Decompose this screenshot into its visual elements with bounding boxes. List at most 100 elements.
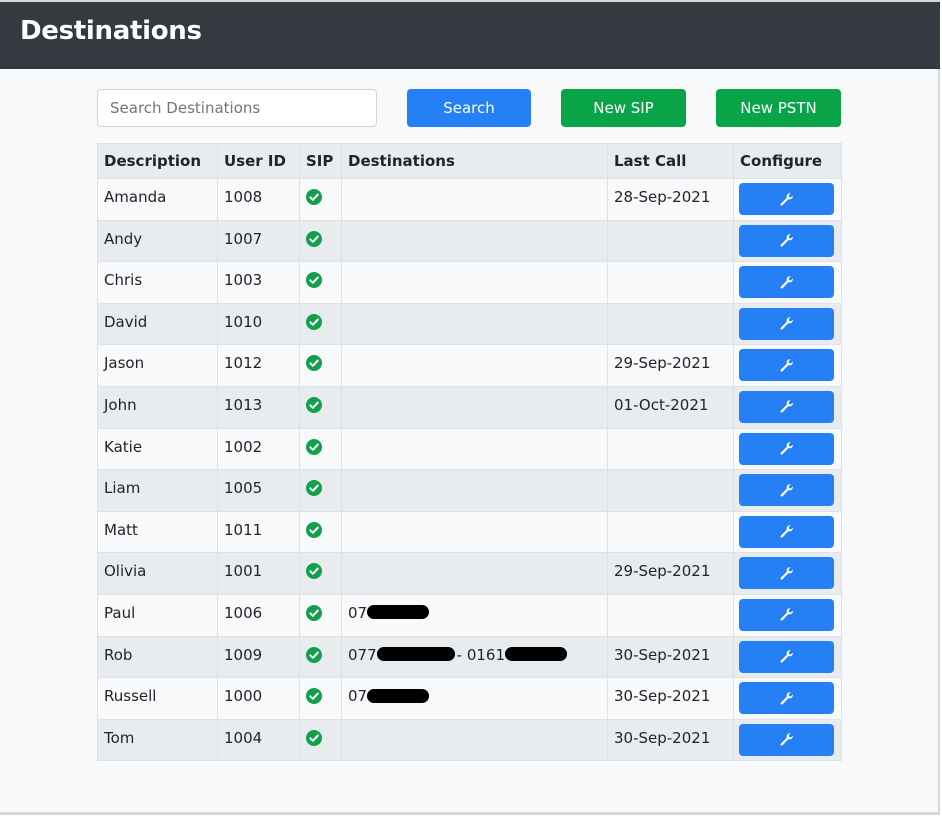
cell-description: Chris — [97, 261, 218, 304]
cell-configure — [733, 510, 842, 554]
cell-user-id: 1009 — [217, 635, 300, 679]
check-circle-icon — [306, 272, 322, 289]
table-row: Matt 1011 — [97, 510, 842, 554]
cell-user-id: 1010 — [217, 302, 300, 346]
cell-configure — [733, 718, 842, 762]
cell-user-id: 1004 — [217, 718, 300, 762]
cell-sip — [299, 552, 342, 595]
navbar: Destinations — [0, 0, 940, 69]
cell-sip — [299, 302, 342, 346]
configure-button[interactable] — [739, 723, 834, 756]
table-row: Russell 1000 07 30-Sep-2021 — [97, 677, 842, 720]
cell-last-call — [607, 219, 734, 263]
wrench-icon — [779, 358, 794, 373]
cell-last-call: 30-Sep-2021 — [607, 718, 734, 762]
wrench-icon — [779, 316, 794, 331]
check-circle-icon — [306, 480, 322, 497]
check-circle-icon — [306, 355, 322, 372]
wrench-icon — [779, 524, 794, 539]
cell-description: Amanda — [97, 178, 218, 221]
configure-button[interactable] — [739, 682, 834, 715]
cell-destinations — [341, 302, 608, 346]
configure-button[interactable] — [739, 598, 834, 631]
cell-last-call — [607, 593, 734, 637]
column-header-user-id: User ID — [217, 143, 300, 179]
cell-configure — [733, 178, 842, 221]
search-button[interactable]: Search — [407, 89, 531, 127]
configure-button[interactable] — [739, 640, 834, 673]
destination-number-text: - 0161 — [456, 645, 505, 664]
configure-button[interactable] — [739, 557, 834, 590]
cell-user-id: 1013 — [217, 385, 300, 429]
cell-configure — [733, 344, 842, 387]
search-input[interactable] — [97, 89, 377, 127]
cell-description: John — [97, 385, 218, 429]
configure-button[interactable] — [739, 349, 834, 382]
table-row: Andy 1007 — [97, 219, 842, 263]
check-circle-icon — [306, 604, 322, 621]
cell-last-call — [607, 469, 734, 512]
check-circle-icon — [306, 438, 322, 455]
column-header-configure: Configure — [733, 143, 842, 179]
table-row: Olivia 1001 29-Sep-2021 — [97, 552, 842, 595]
cell-description: David — [97, 302, 218, 346]
table-row: Paul 1006 07 — [97, 593, 842, 637]
cell-user-id: 1000 — [217, 677, 300, 720]
check-circle-icon — [306, 563, 322, 580]
configure-button[interactable] — [739, 390, 834, 423]
cell-sip — [299, 344, 342, 387]
column-header-last-call: Last Call — [607, 143, 734, 179]
cell-destinations — [341, 427, 608, 471]
wrench-icon — [779, 691, 794, 706]
configure-button[interactable] — [739, 515, 834, 548]
column-header-description: Description — [97, 143, 218, 179]
column-header-destinations: Destinations — [341, 143, 608, 179]
destination-number-text: 07 — [348, 687, 368, 706]
cell-configure — [733, 635, 842, 679]
cell-user-id: 1005 — [217, 469, 300, 512]
cell-description: Paul — [97, 593, 218, 637]
cell-user-id: 1003 — [217, 261, 300, 304]
cell-configure — [733, 302, 842, 346]
cell-destinations — [341, 385, 608, 429]
wrench-icon — [779, 275, 794, 290]
wrench-icon — [779, 732, 794, 747]
table-row: Rob 1009 077 - 0161 30-Sep-2021 — [97, 635, 842, 679]
cell-description: Andy — [97, 219, 218, 263]
destinations-table: Description User ID SIP Destinations Las… — [97, 143, 842, 762]
column-header-sip: SIP — [299, 143, 342, 179]
check-circle-icon — [306, 396, 322, 413]
cell-user-id: 1002 — [217, 427, 300, 471]
cell-last-call: 29-Sep-2021 — [607, 552, 734, 595]
cell-last-call: 30-Sep-2021 — [607, 635, 734, 679]
configure-button[interactable] — [739, 266, 834, 299]
new-sip-button[interactable]: New SIP — [561, 89, 686, 127]
cell-sip — [299, 427, 342, 471]
wrench-icon — [779, 566, 794, 581]
table-header-row: Description User ID SIP Destinations Las… — [97, 143, 842, 179]
cell-destinations — [341, 178, 608, 221]
cell-sip — [299, 677, 342, 720]
check-circle-icon — [306, 230, 322, 247]
cell-destinations — [341, 469, 608, 512]
configure-button[interactable] — [739, 474, 834, 507]
cell-user-id: 1008 — [217, 178, 300, 221]
cell-user-id: 1012 — [217, 344, 300, 387]
configure-button[interactable] — [739, 224, 834, 257]
cell-description: Jason — [97, 344, 218, 387]
cell-configure — [733, 385, 842, 429]
wrench-icon — [779, 441, 794, 456]
cell-last-call — [607, 427, 734, 471]
check-circle-icon — [306, 521, 322, 538]
cell-description: Matt — [97, 510, 218, 554]
configure-button[interactable] — [739, 307, 834, 340]
cell-sip — [299, 178, 342, 221]
configure-button[interactable] — [739, 432, 834, 465]
new-pstn-button[interactable]: New PSTN — [716, 89, 841, 127]
cell-configure — [733, 261, 842, 304]
cell-user-id: 1001 — [217, 552, 300, 595]
check-circle-icon — [306, 688, 322, 705]
cell-destinations: 07 — [341, 677, 608, 720]
wrench-icon — [779, 399, 794, 414]
configure-button[interactable] — [739, 183, 834, 215]
